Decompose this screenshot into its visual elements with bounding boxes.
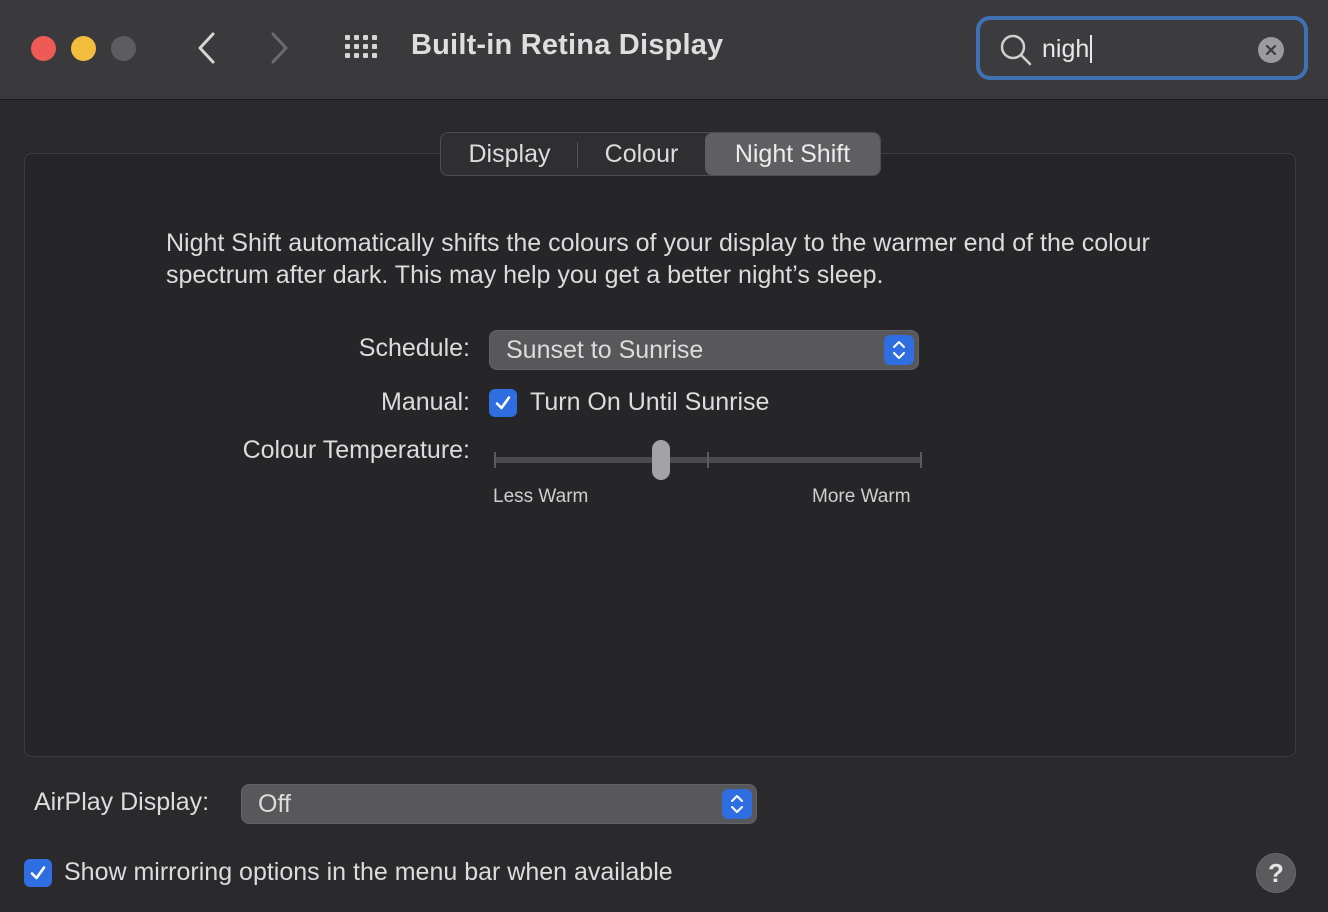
- checkmark-icon: [30, 866, 46, 880]
- chevron-left-icon: [198, 32, 215, 64]
- forward-button[interactable]: [260, 26, 300, 70]
- tab-display[interactable]: Display: [441, 133, 578, 175]
- tab-colour-label: Colour: [604, 139, 679, 168]
- tab-night-shift-label: Night Shift: [734, 139, 851, 168]
- search-icon: [1000, 34, 1032, 66]
- clear-search-button[interactable]: [1258, 37, 1284, 63]
- zoom-window-button[interactable]: [111, 36, 136, 61]
- tab-display-label: Display: [468, 139, 551, 168]
- tab-colour[interactable]: Colour: [578, 133, 705, 175]
- airplay-display-label: AirPlay Display:: [34, 788, 210, 816]
- airplay-value: Off: [258, 789, 291, 818]
- chevron-up-down-icon: [893, 341, 905, 359]
- clear-icon: [1265, 44, 1277, 56]
- colour-temperature-label: Colour Temperature:: [242, 436, 470, 464]
- manual-label: Manual:: [381, 388, 470, 416]
- tab-bar: Display Colour Night Shift: [440, 132, 881, 176]
- show-all-button[interactable]: [342, 28, 384, 68]
- tab-night-shift[interactable]: Night Shift: [705, 133, 880, 175]
- manual-checkbox[interactable]: [489, 389, 517, 417]
- slider-tick: [707, 452, 709, 468]
- less-warm-label: Less Warm: [493, 486, 589, 507]
- search-input[interactable]: nigh: [1042, 35, 1093, 63]
- minimize-window-button[interactable]: [71, 36, 96, 61]
- schedule-value: Sunset to Sunrise: [506, 335, 704, 364]
- window-title: Built-in Retina Display: [411, 29, 724, 61]
- schedule-popup[interactable]: Sunset to Sunrise: [489, 330, 919, 370]
- airplay-popup[interactable]: Off: [241, 784, 757, 824]
- popup-arrows: [722, 789, 752, 819]
- night-shift-description: Night Shift automatically shifts the col…: [166, 229, 1150, 289]
- checkmark-icon: [495, 396, 511, 410]
- close-window-button[interactable]: [31, 36, 56, 61]
- search-field[interactable]: nigh: [976, 16, 1308, 80]
- slider-tick: [920, 452, 922, 468]
- help-button[interactable]: ?: [1256, 853, 1296, 893]
- mirroring-checkbox[interactable]: [24, 859, 52, 887]
- mirroring-checkbox-label[interactable]: Show mirroring options in the menu bar w…: [64, 858, 673, 887]
- grid-icon: [345, 35, 377, 58]
- manual-checkbox-label[interactable]: Turn On Until Sunrise: [530, 388, 769, 417]
- chevron-up-down-icon: [731, 795, 743, 813]
- back-button[interactable]: [186, 26, 226, 70]
- schedule-label: Schedule:: [358, 334, 470, 362]
- slider-thumb[interactable]: [651, 440, 670, 480]
- more-warm-label: More Warm: [812, 486, 911, 507]
- slider-tick: [494, 452, 496, 468]
- title-bar: Built-in Retina Display nigh: [0, 0, 1328, 100]
- popup-arrows: [884, 335, 914, 365]
- chevron-right-icon: [271, 32, 288, 64]
